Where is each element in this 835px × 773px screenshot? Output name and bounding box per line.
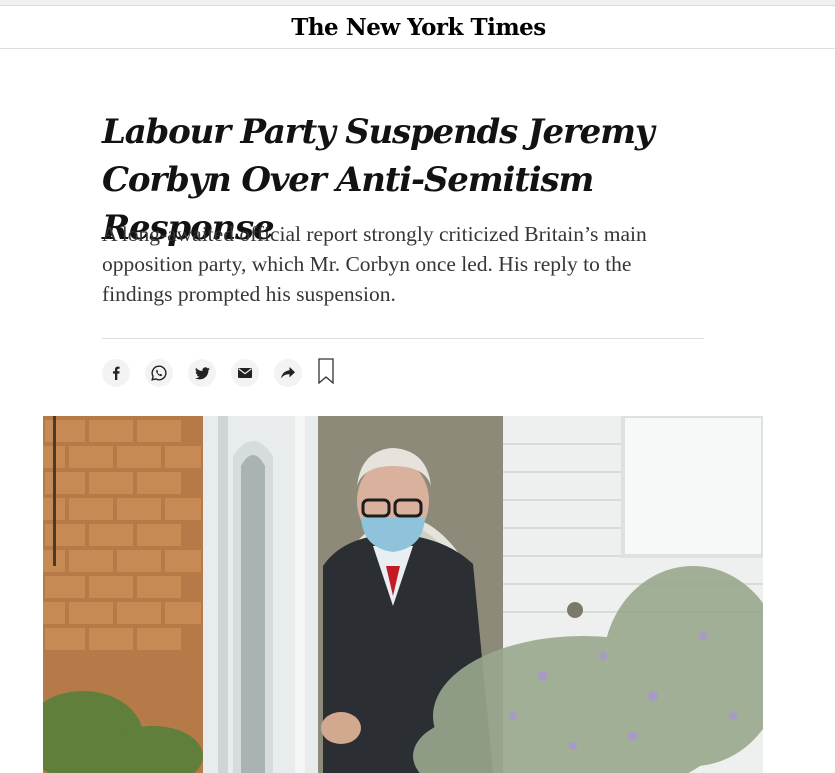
facebook-icon	[110, 366, 122, 380]
bookmark-icon	[318, 358, 334, 388]
share-arrow-icon	[281, 367, 295, 379]
divider	[102, 338, 704, 339]
nyt-logo[interactable]: The New York Times	[291, 14, 546, 41]
bookmark-button[interactable]	[317, 358, 335, 388]
share-toolbar	[102, 358, 335, 388]
email-share-button[interactable]	[231, 359, 259, 387]
whatsapp-share-button[interactable]	[145, 359, 173, 387]
masthead: The New York Times	[0, 6, 835, 49]
article-lead-photo	[43, 416, 763, 773]
whatsapp-icon	[151, 365, 167, 381]
facebook-share-button[interactable]	[102, 359, 130, 387]
email-icon	[238, 368, 252, 378]
article-summary: A long-awaited official report strongly …	[102, 222, 647, 306]
twitter-share-button[interactable]	[188, 359, 216, 387]
more-share-button[interactable]	[274, 359, 302, 387]
twitter-icon	[194, 366, 210, 380]
